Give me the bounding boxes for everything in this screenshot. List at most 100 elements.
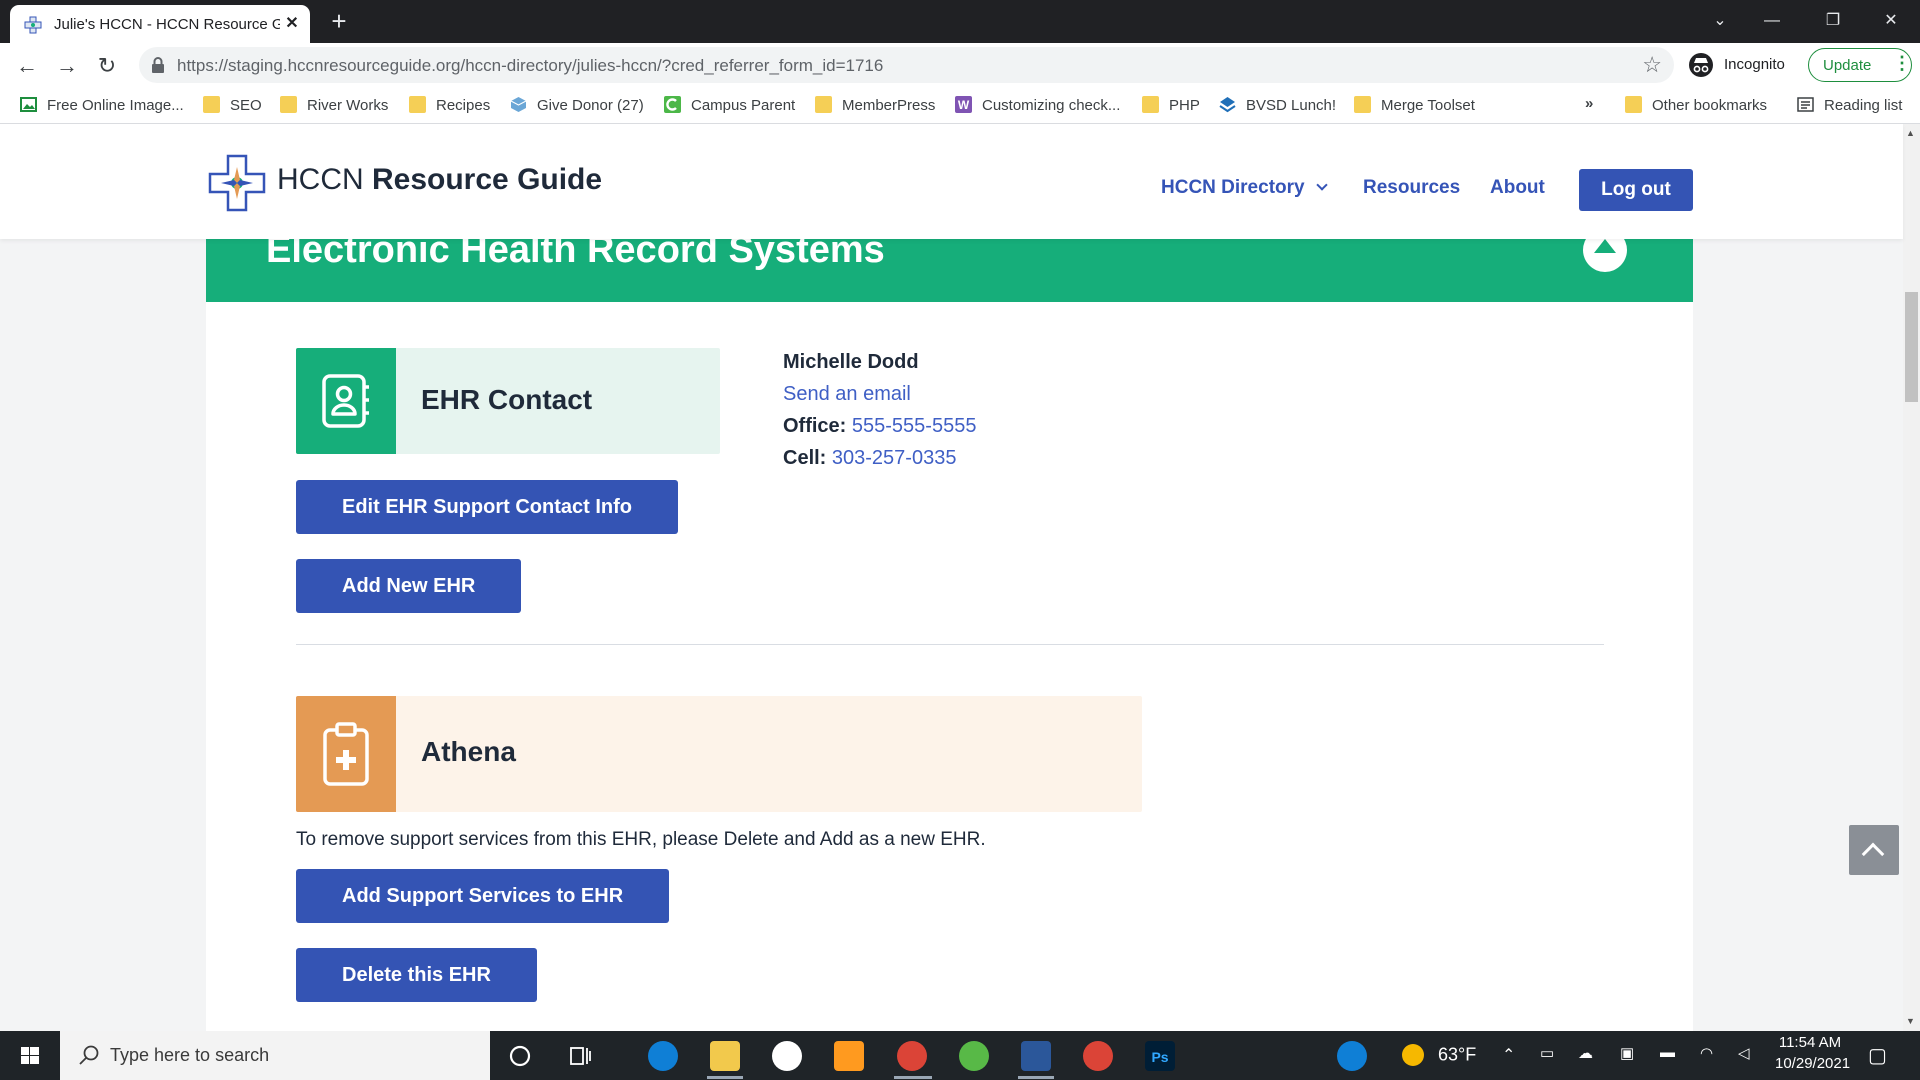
page-viewport: Electronic Health Record Systems EHR Con…	[0, 124, 1920, 1031]
qgis-icon[interactable]	[959, 1041, 989, 1071]
layers-icon	[1219, 97, 1236, 113]
tab-search-icon[interactable]: ⌄	[1700, 6, 1740, 36]
bookmarks-overflow-button[interactable]: »	[1585, 95, 1593, 117]
image-icon	[20, 97, 37, 112]
help-icon[interactable]	[1337, 1041, 1367, 1071]
meet-now-icon[interactable]: ▭	[1540, 1044, 1554, 1062]
cube-icon	[510, 97, 527, 112]
display-icon[interactable]: ▣	[1620, 1044, 1634, 1062]
tab-title: Julie's HCCN - HCCN Resource G	[54, 16, 280, 33]
active-tab[interactable]: Julie's HCCN - HCCN Resource G ✕	[10, 5, 310, 43]
windows-start-icon[interactable]	[0, 1031, 60, 1080]
card-icon-box	[296, 696, 396, 812]
woo-icon: W	[955, 96, 972, 113]
chevron-up-icon	[1861, 842, 1885, 866]
remove-support-note: To remove support services from this EHR…	[296, 829, 986, 850]
browser-tab-strip: Julie's HCCN - HCCN Resource G ✕ + ⌄ — ❐…	[0, 0, 1920, 43]
main-content: Electronic Health Record Systems EHR Con…	[206, 124, 1693, 1031]
folder-icon	[280, 96, 297, 113]
photoshop-icon[interactable]: Ps	[1145, 1041, 1175, 1071]
new-tab-button[interactable]: +	[326, 8, 352, 34]
cortana-icon[interactable]	[505, 1041, 535, 1071]
add-new-ehr-button[interactable]: Add New EHR	[296, 559, 522, 613]
folder-icon	[203, 96, 220, 113]
site-header: HCCN Resource Guide HCCN Directory Resou…	[0, 124, 1903, 239]
delete-ehr-button[interactable]: Delete this EHR	[296, 948, 537, 1002]
office-phone-link[interactable]: 555-555-5555	[852, 415, 977, 437]
bookmark-star-icon[interactable]: ☆	[1642, 52, 1662, 78]
reload-icon[interactable]: ↻	[92, 51, 122, 81]
chrome-profile-icon[interactable]	[1083, 1041, 1113, 1071]
edit-contact-button[interactable]: Edit EHR Support Contact Info	[296, 480, 678, 534]
scroll-down-arrow-icon[interactable]: ▼	[1906, 1016, 1915, 1026]
nav-hccn-directory[interactable]: HCCN Directory	[1161, 177, 1328, 199]
card-title: EHR Contact	[421, 384, 593, 415]
tab-close-icon[interactable]: ✕	[282, 14, 302, 34]
bookmarks-bar: Free Online Image... SEO River Works Rec…	[0, 87, 1920, 124]
folder-icon	[815, 96, 832, 113]
clipboard-medical-icon	[323, 722, 369, 786]
scrollbar-thumb[interactable]	[1905, 292, 1918, 402]
running-indicator	[1018, 1076, 1054, 1079]
browser-toolbar: ← → ↻ https://staging.hccnresourceguide.…	[0, 43, 1920, 87]
onedrive-icon[interactable]: ☁	[1578, 1044, 1593, 1062]
scroll-up-arrow-icon[interactable]: ▲	[1906, 128, 1915, 138]
search-icon	[79, 1045, 99, 1065]
office-phone-line: Office: 555-555-5555	[783, 415, 976, 438]
notification-icon[interactable]: ▢	[1868, 1043, 1887, 1068]
logo-text-light: HCCN	[277, 163, 372, 196]
logout-button[interactable]: Log out	[1579, 169, 1693, 211]
volume-icon[interactable]: ◁	[1738, 1044, 1750, 1062]
clock[interactable]: 11:54 AM 10/29/2021	[1775, 1034, 1850, 1072]
restore-button[interactable]: ❐	[1813, 6, 1853, 36]
divider	[296, 644, 1604, 645]
sun-icon	[1402, 1044, 1424, 1066]
site-logo-text[interactable]: HCCN Resource Guide	[277, 163, 602, 197]
back-to-top-button[interactable]	[1849, 825, 1899, 875]
incognito-label: Incognito	[1724, 56, 1785, 73]
address-bar[interactable]: https://staging.hccnresourceguide.org/hc…	[139, 47, 1674, 83]
send-email-link[interactable]: Send an email	[783, 383, 911, 406]
running-indicator	[894, 1076, 932, 1079]
clock-time: 11:54 AM	[1778, 1034, 1842, 1051]
incognito-icon	[1689, 53, 1713, 77]
file-explorer-icon[interactable]	[710, 1041, 740, 1071]
office-label: Office:	[783, 415, 847, 437]
cell-phone-link[interactable]: 303-257-0335	[832, 447, 957, 469]
word-icon[interactable]	[1021, 1041, 1051, 1071]
minimize-button[interactable]: —	[1752, 6, 1792, 36]
back-arrow-icon[interactable]: ←	[12, 51, 42, 81]
campus-icon	[664, 96, 681, 113]
nav-resources[interactable]: Resources	[1363, 177, 1460, 199]
running-indicator	[707, 1076, 743, 1079]
add-support-services-button[interactable]: Add Support Services to EHR	[296, 869, 670, 923]
site-favicon-icon	[24, 16, 42, 34]
ehr-contact-card: EHR Contact	[296, 348, 720, 454]
hccn-logo-icon[interactable]	[208, 154, 266, 212]
close-window-button[interactable]: ✕	[1871, 6, 1911, 36]
nav-directory-label: HCCN Directory	[1161, 177, 1305, 198]
nav-about[interactable]: About	[1490, 177, 1545, 199]
battery-icon[interactable]: ▬	[1660, 1044, 1675, 1061]
page-scrollbar[interactable]: ▲ ▼	[1903, 124, 1920, 1031]
show-hidden-icons-icon[interactable]: ⌃	[1502, 1045, 1515, 1065]
ehr-card-athena: Athena	[296, 696, 1142, 812]
chevron-down-icon	[1316, 179, 1328, 191]
cell-label: Cell:	[783, 447, 827, 469]
menu-dots-icon: ⋮	[1893, 53, 1911, 73]
contact-book-icon	[322, 374, 369, 428]
update-button[interactable]: Update ⋮	[1808, 48, 1912, 82]
taskbar-search-box[interactable]: Type here to search	[60, 1031, 490, 1080]
weather-temp: 63°F	[1438, 1044, 1477, 1065]
wifi-icon[interactable]: ◠	[1700, 1044, 1713, 1062]
weather-widget[interactable]: 63°F	[1402, 1044, 1476, 1066]
cell-phone-line: Cell: 303-257-0335	[783, 447, 956, 470]
sublime-text-icon[interactable]	[834, 1041, 864, 1071]
card-icon-box	[296, 348, 396, 454]
caret-up-icon	[1594, 239, 1616, 253]
slack-icon[interactable]	[772, 1041, 802, 1071]
edge-browser-icon[interactable]	[648, 1041, 678, 1071]
chrome-icon[interactable]	[897, 1041, 927, 1071]
forward-arrow-icon[interactable]: →	[52, 51, 82, 81]
task-view-icon[interactable]	[565, 1041, 595, 1071]
